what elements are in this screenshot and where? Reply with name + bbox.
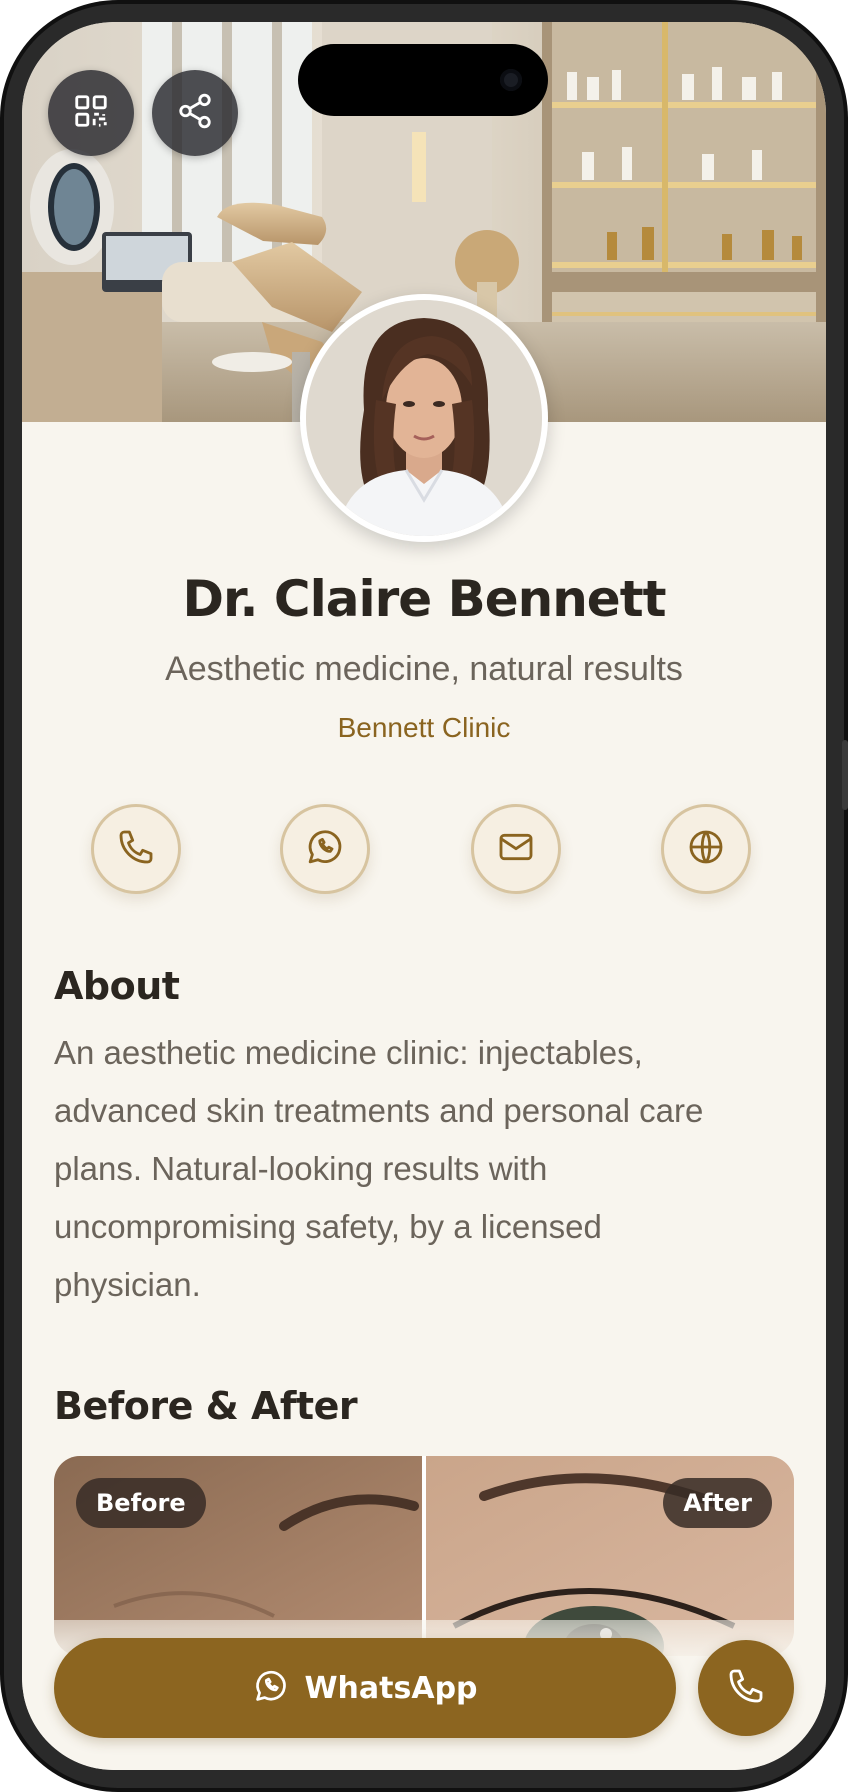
clinic-name: Bennett Clinic [337, 712, 511, 743]
front-camera [500, 69, 522, 91]
email-contact-button[interactable] [471, 804, 561, 894]
phone-icon [116, 827, 156, 872]
share-icon [176, 92, 214, 135]
about-text: An aesthetic medicine clinic: injectable… [54, 1034, 704, 1303]
dynamic-island [298, 44, 548, 116]
share-button[interactable] [152, 70, 238, 156]
mail-icon [496, 827, 536, 872]
side-button [842, 740, 848, 810]
screen: Dr. Claire Bennett Aesthetic medicine, n… [22, 22, 826, 1770]
whatsapp-icon [304, 826, 346, 873]
whatsapp-button[interactable]: WhatsApp [54, 1638, 676, 1738]
profile-name: Dr. Claire Bennett [182, 570, 666, 628]
phone-icon [726, 1666, 766, 1711]
before-after-heading: Before & After [54, 1384, 358, 1428]
call-contact-button[interactable] [91, 804, 181, 894]
phone-frame: Dr. Claire Bennett Aesthetic medicine, n… [0, 0, 848, 1792]
whatsapp-contact-button[interactable] [280, 804, 370, 894]
after-badge: After [663, 1478, 772, 1528]
whatsapp-button-label: WhatsApp [304, 1670, 478, 1706]
qr-code-button[interactable] [48, 70, 134, 156]
avatar [300, 294, 548, 542]
qr-code-icon [72, 92, 110, 135]
profile-tagline: Aesthetic medicine, natural results [165, 650, 683, 688]
about-heading: About [54, 964, 180, 1008]
call-button[interactable] [698, 1640, 794, 1736]
before-badge: Before [76, 1478, 206, 1528]
globe-icon [686, 827, 726, 872]
website-contact-button[interactable] [661, 804, 751, 894]
whatsapp-icon [252, 1667, 290, 1710]
